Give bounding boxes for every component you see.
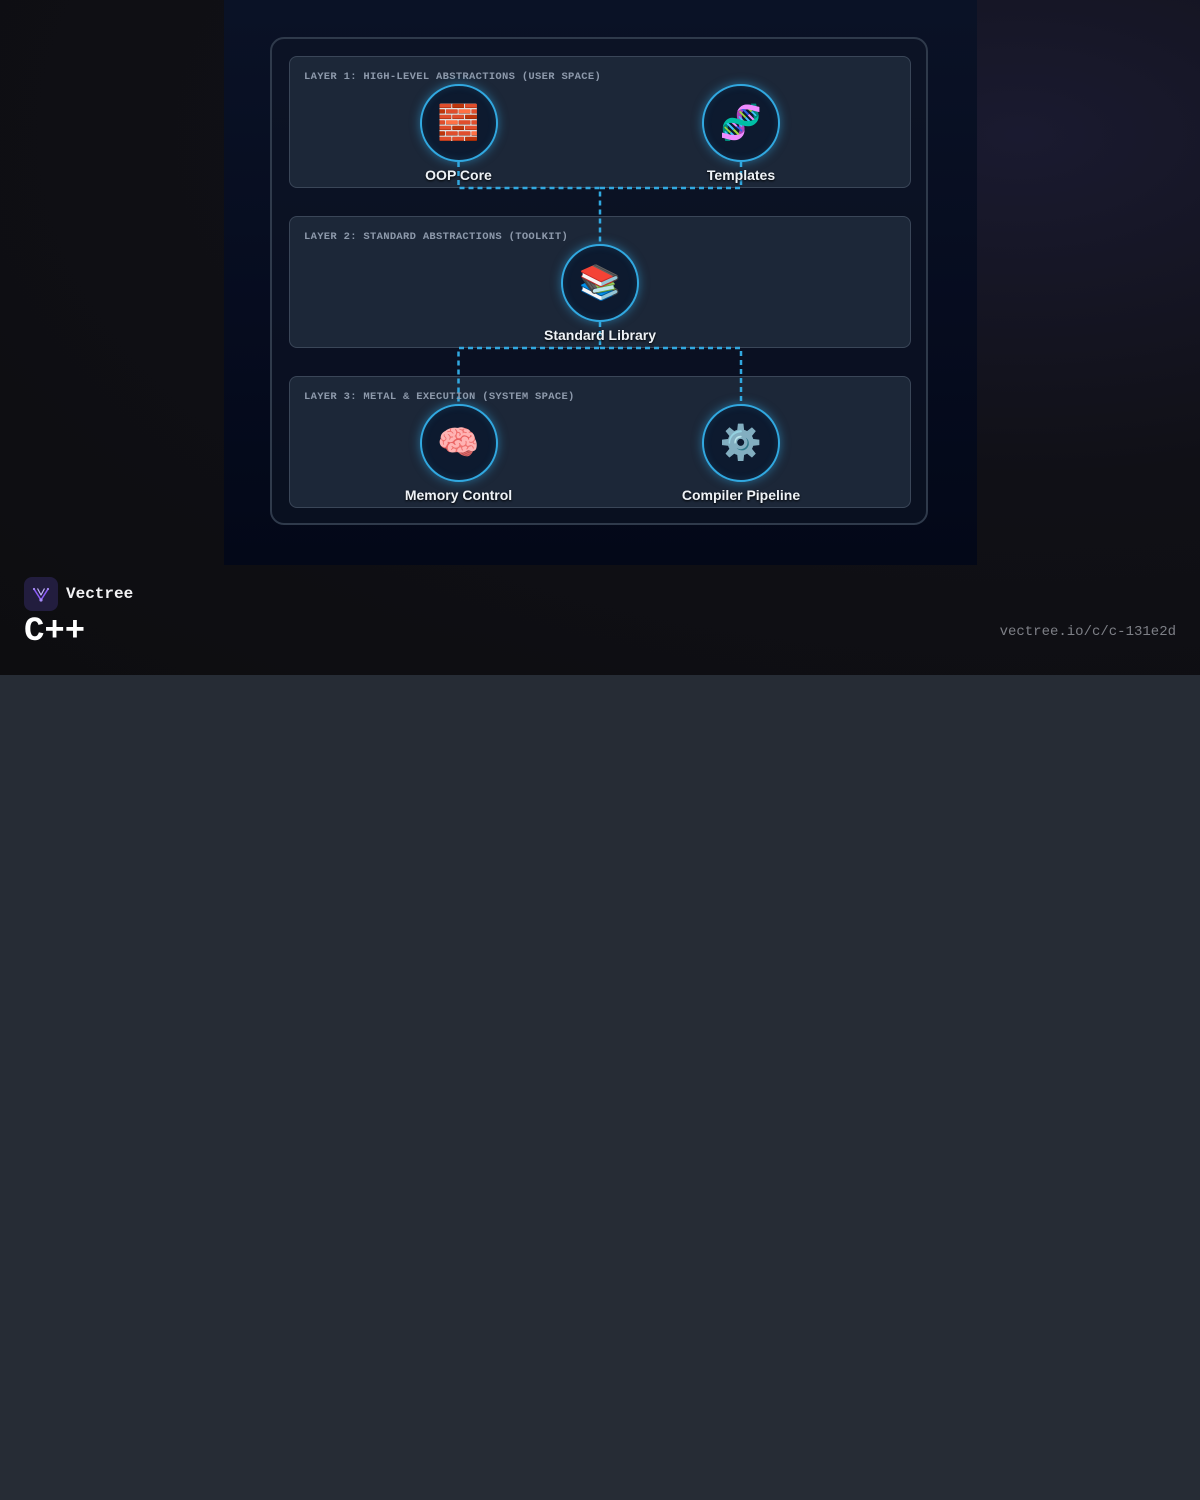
brain-icon: 🧠 [437, 423, 480, 463]
dna-icon: 🧬 [719, 103, 763, 143]
brand-name: Vectree [66, 585, 134, 603]
vectree-logo-icon [24, 577, 58, 611]
node-compiler-pipeline-label: Compiler Pipeline [681, 487, 801, 503]
diagram-stage: LAYER 1: HIGH-LEVEL ABSTRACTIONS (USER S… [224, 0, 977, 565]
node-templates[interactable]: 🧬 [702, 84, 780, 162]
vectree-card: LAYER 1: HIGH-LEVEL ABSTRACTIONS (USER S… [0, 0, 1200, 675]
layer-1-title: LAYER 1: HIGH-LEVEL ABSTRACTIONS (USER S… [304, 71, 602, 83]
node-standard-library-label: Standard Library [543, 327, 657, 343]
gear-icon: ⚙️ [719, 423, 763, 463]
node-templates-label: Templates [706, 167, 776, 183]
node-oop-core[interactable]: 🧱 [419, 84, 498, 162]
layer-3-title: LAYER 3: METAL & EXECUTION (SYSTEM SPACE… [304, 391, 575, 403]
node-memory-control-label: Memory Control [404, 487, 513, 503]
node-standard-library[interactable]: 📚 [561, 244, 639, 322]
node-compiler-pipeline[interactable]: ⚙️ [702, 404, 780, 482]
node-oop-core-label: OOP Core [425, 167, 492, 183]
page-title: C++ [24, 613, 86, 651]
brick-wall-icon: 🧱 [437, 103, 480, 143]
page-url[interactable]: vectree.io/c/c-131e2d [1000, 624, 1176, 640]
books-icon: 📚 [578, 263, 622, 303]
layer-2-title: LAYER 2: STANDARD ABSTRACTIONS (TOOLKIT) [304, 231, 569, 243]
brand[interactable]: Vectree [24, 577, 133, 611]
node-memory-control[interactable]: 🧠 [419, 404, 498, 482]
